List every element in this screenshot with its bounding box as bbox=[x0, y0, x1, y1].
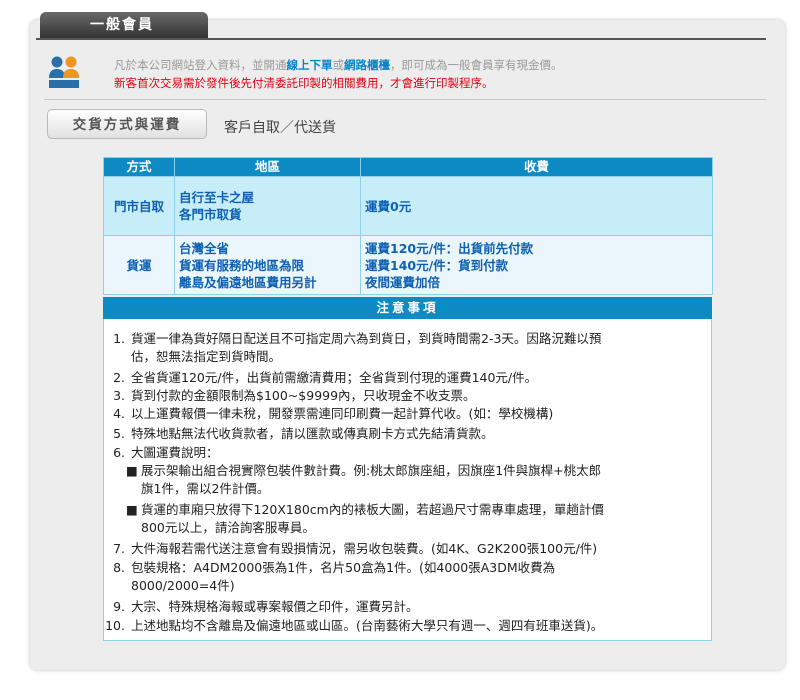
method-cell: 貨運 bbox=[103, 235, 175, 295]
region-line: 貨運有服務的地區為限 bbox=[179, 257, 305, 273]
tab-divider bbox=[36, 38, 766, 40]
note-number: 4. bbox=[113, 406, 125, 421]
new-customer-warning: 新客首次交易需於發件後先付清委託印製的相關費用，才會進行印製程序。 bbox=[114, 76, 494, 90]
sub-text: 800元以上，請洽詢客服專員。 bbox=[141, 520, 315, 535]
section-divider bbox=[44, 99, 766, 100]
note-item: 9. 大宗、特殊規格海報或專案報價之印件，運費另計。 bbox=[103, 598, 419, 616]
sub-item: ■ 貨運的車廂只放得下120X180cm內的裱板大圖，若超過尺寸需專車處理，單趟計… bbox=[126, 501, 604, 537]
note-number: 3. bbox=[113, 388, 125, 403]
fee-line: 運費0元 bbox=[365, 198, 412, 214]
sub-item: ■ 展示架輸出組合視實際包裝件數計費。例:桃太郎旗座組，因旗座1件與旗桿+桃太郎 … bbox=[126, 462, 601, 498]
header-method: 方式 bbox=[103, 157, 175, 177]
note-text: 包裝規格：A4DM2000張為1件，名片50盒為1件。(如4000張A3DM收費… bbox=[131, 560, 556, 575]
note-number: 10. bbox=[105, 618, 125, 633]
fee-line: 運費120元/件：出貨前先付款 bbox=[365, 240, 534, 256]
region-line: 自行至卡之屋 bbox=[179, 190, 255, 205]
note-text: 全省貨運120元/件，出貨前需繳清費用；全省貨到付現的運費140元/件。 bbox=[131, 370, 538, 385]
fee-line: 運費140元/件：貨到付款 bbox=[365, 257, 509, 273]
member-tab[interactable]: 一般會員 bbox=[40, 12, 208, 38]
online-order-link[interactable]: 線上下單 bbox=[287, 58, 333, 72]
region-line: 各門市取貨 bbox=[179, 207, 242, 222]
bullet-icon: ■ bbox=[126, 463, 138, 478]
members-icon bbox=[49, 56, 79, 88]
fee-cell: 運費120元/件：出貨前先付款 運費140元/件：貨到付款 夜間運費加倍 bbox=[360, 235, 713, 295]
note-text: 8000/2000=4件) bbox=[131, 578, 235, 593]
delivery-method-button[interactable]: 交貨方式與運費 bbox=[47, 109, 207, 139]
note-number: 7. bbox=[113, 541, 125, 556]
note-item: 10. 上述地點均不含離島及偏遠地區或山區。(台南藝術大學只有週一、週四有班車送貨… bbox=[103, 617, 603, 635]
note-item: 5. 特殊地點無法代收貨款者，請以匯款或傳真刷卡方式先結清貨款。 bbox=[103, 425, 494, 443]
intro-prefix: 凡於本公司網站登入資料，並開通 bbox=[114, 58, 287, 72]
table-header-row: 方式 地區 收費 bbox=[103, 157, 713, 177]
note-number: 8. bbox=[113, 560, 125, 575]
sub-text: 旗1件，需以2件計價。 bbox=[141, 481, 270, 496]
note-text: 大件海報若需代送注意會有毀損情況，需另收包裝費。(如4K、G2K200張100元… bbox=[131, 541, 598, 556]
note-number: 5. bbox=[113, 426, 125, 441]
note-item: 6. 大圖運費說明： bbox=[103, 444, 219, 462]
delivery-summary: 客戶自取／代送貨 bbox=[224, 120, 336, 136]
note-text: 貨到付款的金額限制為$100~$9999內，只收現金不收支票。 bbox=[131, 388, 476, 403]
sub-text: 展示架輸出組合視實際包裝件數計費。例:桃太郎旗座組，因旗座1件與旗桿+桃太郎 bbox=[141, 463, 602, 478]
bullet-icon: ■ bbox=[126, 502, 138, 517]
note-text: 特殊地點無法代收貨款者，請以匯款或傳真刷卡方式先結清貨款。 bbox=[131, 426, 494, 441]
note-number: 1. bbox=[113, 331, 125, 346]
intro-text: 凡於本公司網站登入資料，並開通線上下單或網路櫃檯，即可成為一般會員享有現金價。 … bbox=[114, 56, 563, 92]
fee-line: 夜間運費加倍 bbox=[365, 274, 441, 290]
note-text: 大圖運費說明： bbox=[131, 445, 219, 460]
online-counter-link[interactable]: 網路櫃檯 bbox=[344, 58, 390, 72]
note-text: 以上運費報價一律未稅，開發票需連同印刷費一起計算代收。(如：學校機構) bbox=[131, 406, 554, 421]
method-cell: 門市自取 bbox=[103, 176, 175, 236]
note-text: 大宗、特殊規格海報或專案報價之印件，運費另計。 bbox=[131, 599, 419, 614]
note-item: 2. 全省貨運120元/件，出貨前需繳清費用；全省貨到付現的運費140元/件。 bbox=[103, 369, 537, 387]
shipping-fee-table: 方式 地區 收費 門市自取 自行至卡之屋 各門市取貨 運費0元 貨運 台灣全省 … bbox=[103, 157, 713, 295]
intro-suffix: ，即可成為一般會員享有現金價。 bbox=[390, 58, 563, 72]
note-number: 6. bbox=[113, 445, 125, 460]
note-text: 貨運一律為貨好隔日配送且不可指定周六為到貨日，到貨時間需2-3天。因路況難以預 bbox=[131, 331, 602, 346]
note-item: 4. 以上運費報價一律未稅，開發票需連同印刷費一起計算代收。(如：學校機構) bbox=[103, 405, 553, 423]
sub-text: 貨運的車廂只放得下120X180cm內的裱板大圖，若超過尺寸需專車處理，單趟計價 bbox=[141, 502, 604, 517]
header-region: 地區 bbox=[174, 157, 361, 177]
table-row: 貨運 台灣全省 貨運有服務的地區為限 離島及偏遠地區費用另計 運費120元/件：… bbox=[103, 235, 713, 295]
region-cell: 台灣全省 貨運有服務的地區為限 離島及偏遠地區費用另計 bbox=[174, 235, 361, 295]
member-tab-label: 一般會員 bbox=[90, 17, 154, 33]
note-text: 估，恕無法指定到貨時間。 bbox=[131, 349, 282, 364]
note-text: 上述地點均不含離島及偏遠地區或山區。(台南藝術大學只有週一、週四有班車送貨)。 bbox=[131, 618, 604, 633]
note-item: 7. 大件海報若需代送注意會有毀損情況，需另收包裝費。(如4K、G2K200張10… bbox=[103, 540, 597, 558]
note-number: 9. bbox=[113, 599, 125, 614]
note-item: 3. 貨到付款的金額限制為$100~$9999內，只收現金不收支票。 bbox=[103, 387, 476, 405]
region-line: 離島及偏遠地區費用另計 bbox=[179, 274, 317, 290]
intro-line-1: 凡於本公司網站登入資料，並開通線上下單或網路櫃檯，即可成為一般會員享有現金價。 bbox=[114, 56, 563, 74]
region-line: 台灣全省 bbox=[179, 240, 230, 256]
intro-or: 或 bbox=[332, 58, 345, 72]
notes-title: 注意事項 bbox=[103, 297, 712, 319]
note-item: 1. 貨運一律為貨好隔日配送且不可指定周六為到貨日，到貨時間需2-3天。因路況難以… bbox=[103, 330, 601, 366]
table-row: 門市自取 自行至卡之屋 各門市取貨 運費0元 bbox=[103, 176, 713, 236]
header-fee: 收費 bbox=[360, 157, 713, 177]
note-number: 2. bbox=[113, 370, 125, 385]
fee-cell: 運費0元 bbox=[360, 176, 713, 236]
note-item: 8. 包裝規格：A4DM2000張為1件，名片50盒為1件。(如4000張A3DM… bbox=[103, 559, 555, 595]
region-cell: 自行至卡之屋 各門市取貨 bbox=[174, 176, 361, 236]
